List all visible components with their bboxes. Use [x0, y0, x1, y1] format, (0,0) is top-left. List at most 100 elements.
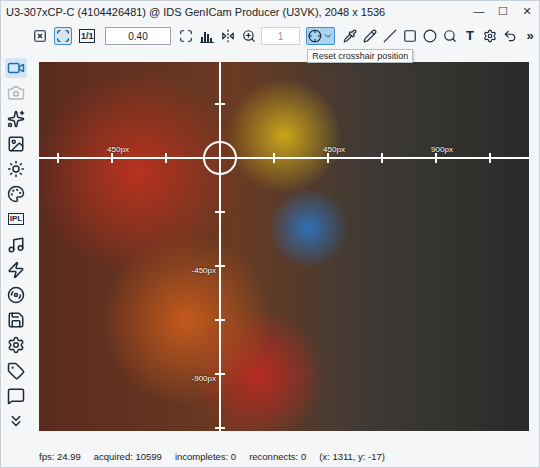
sidebar-item[interactable] [5, 386, 27, 406]
rectangle-icon [403, 29, 417, 43]
message-icon [7, 387, 25, 405]
sidebar: IPL [1, 58, 31, 431]
tag-icon [7, 362, 25, 380]
sidebar-item[interactable] [5, 234, 27, 254]
undo-button[interactable] [501, 27, 519, 45]
histogram-icon [200, 29, 214, 43]
crop-fit-button[interactable] [31, 27, 49, 45]
sparkles-icon [7, 110, 25, 128]
more-button[interactable]: » [521, 27, 539, 45]
settings-icon [483, 29, 497, 43]
sidebar-item [5, 83, 27, 103]
status-bar: fps: 24.99 acquired: 10599 incompletes: 0 r… [1, 445, 539, 467]
fullscreen-button[interactable] [177, 27, 195, 45]
sidebar-item[interactable] [5, 411, 27, 431]
rectangle-button[interactable] [401, 27, 419, 45]
zoom-icon [242, 29, 256, 43]
camera-image[interactable]: 450px450px900px-450px-900px [39, 62, 529, 431]
circle-icon [423, 29, 437, 43]
camera-icon [7, 84, 25, 102]
crosshair-tick [111, 153, 113, 163]
status-item: (x: 1311, y: -17) [319, 451, 385, 462]
crosshair-vertical-line [219, 62, 221, 431]
crosshair-tick [489, 153, 491, 163]
sidebar-item[interactable] [5, 58, 27, 78]
crosshair-tick [165, 153, 167, 163]
sidebar-item[interactable] [5, 260, 27, 280]
sidebar-item[interactable] [5, 360, 27, 380]
crosshair-x-label: 450px [323, 145, 345, 154]
frame-field: 1 [261, 27, 301, 45]
sidebar-item[interactable] [5, 285, 27, 305]
palette-icon [7, 185, 25, 203]
actual-size-label: 1/1 [79, 29, 96, 43]
mirror-button[interactable] [219, 27, 237, 45]
window-control[interactable]: ✕ [515, 1, 539, 22]
window-title: U3-307xCP-C (4104426481) @ IDS GenICam P… [6, 6, 467, 18]
sidebar-item[interactable] [5, 184, 27, 204]
crosshair-tick [215, 103, 225, 105]
sidebar-item[interactable] [5, 159, 27, 179]
crosshair-tick [381, 153, 383, 163]
pen-icon [363, 29, 377, 43]
sidebar-item[interactable]: IPL [5, 209, 27, 229]
fullscreen-icon [179, 29, 193, 43]
app-window: U3-307xCP-C (4104426481) @ IDS GenICam P… [0, 0, 540, 468]
crosshair-y-label: -450px [192, 266, 216, 275]
image-icon [7, 135, 25, 153]
text-tool-button[interactable]: T [461, 27, 479, 45]
zoom-area-button[interactable] [441, 27, 459, 45]
crosshair-icon [308, 29, 322, 43]
crosshair-tick [215, 319, 225, 321]
title-bar: U3-307xCP-C (4104426481) @ IDS GenICam P… [1, 1, 539, 22]
zoom-button[interactable] [240, 27, 258, 45]
chevron-down-icon [323, 31, 333, 41]
zoom-area-icon [443, 29, 457, 43]
window-control[interactable]: — [467, 1, 491, 22]
crosshair-tick [57, 153, 59, 163]
sidebar-item[interactable] [5, 310, 27, 330]
circle-button[interactable] [421, 27, 439, 45]
status-item: fps: 24.99 [39, 451, 81, 462]
more-label: » [525, 30, 534, 42]
crosshair-tick [215, 373, 225, 375]
crosshair-tick [327, 153, 329, 163]
video-icon [7, 59, 25, 77]
save-icon [7, 311, 25, 329]
crosshair-x-label: 900px [431, 145, 453, 154]
crosshair-y-label: -900px [192, 374, 216, 383]
picker-button[interactable] [341, 27, 359, 45]
crosshair-button[interactable]: Reset crosshair position [306, 27, 335, 45]
crosshair-tick [215, 211, 225, 213]
picker-icon [343, 29, 357, 43]
sidebar-item[interactable] [5, 108, 27, 128]
status-item: incompletes: 0 [175, 451, 236, 462]
mirror-icon [221, 29, 235, 43]
pen-button[interactable] [361, 27, 379, 45]
sidebar-item[interactable] [5, 335, 27, 355]
actual-size-button[interactable]: 1/1 [77, 27, 97, 45]
window-control[interactable]: ☐ [491, 1, 515, 22]
text-tool-label: T [465, 30, 475, 42]
lightning-icon [7, 261, 25, 279]
line-button[interactable] [381, 27, 399, 45]
crosshair-circle[interactable] [203, 141, 237, 175]
crosshair-tick [435, 153, 437, 163]
fit-window-icon [56, 29, 70, 43]
zoom-field[interactable]: 0.40 [105, 27, 170, 45]
status-item: acquired: 10599 [94, 451, 162, 462]
toolbar: 1/1 0.40 1 Reset crosshair position T » [1, 22, 539, 50]
status-item: reconnects: 0 [249, 451, 306, 462]
crop-fit-icon [33, 29, 47, 43]
music-icon [7, 236, 25, 254]
sidebar-item[interactable] [5, 134, 27, 154]
brightness-icon [7, 160, 25, 178]
ipl-label: IPL [8, 213, 24, 225]
crosshair-tick [215, 427, 225, 429]
settings-button[interactable] [481, 27, 499, 45]
main-area: IPL450px450px900px-450px-900px [1, 50, 539, 445]
fit-window-button[interactable] [54, 27, 72, 45]
camera-settings-icon [7, 336, 25, 354]
undo-icon [503, 29, 517, 43]
histogram-button[interactable] [198, 27, 216, 45]
